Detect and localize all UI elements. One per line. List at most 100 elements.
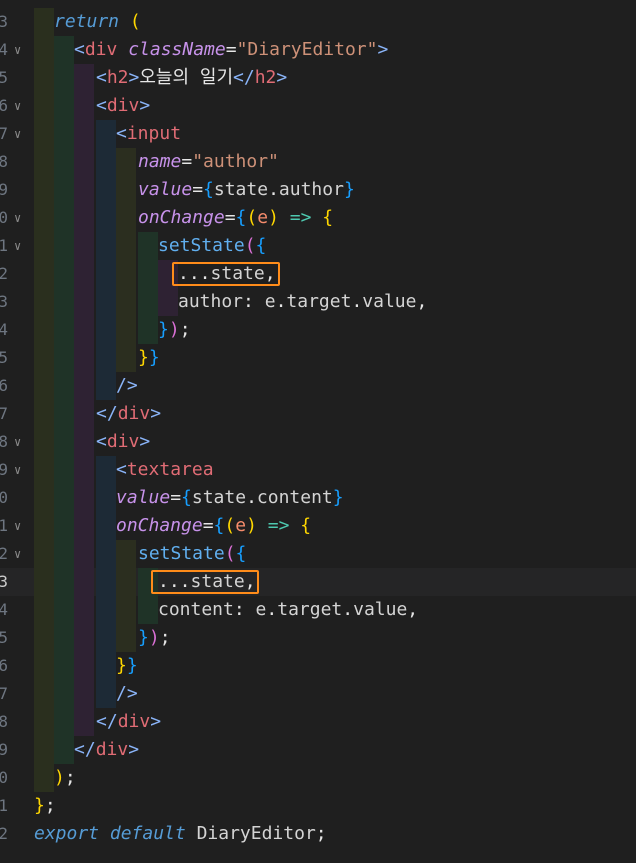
code-text[interactable]: content: e.target.value, [158,596,418,624]
indent-guide [34,316,54,344]
line-number: 0 [0,208,8,227]
line-number: 4 [0,40,8,59]
code-line[interactable]: 8 </div> [0,708,636,736]
indent-guide [54,176,74,204]
code-line[interactable]: 5 <h2>오늘의 일기</h2> [0,64,636,92]
line-number: 4 [0,600,8,619]
code-line[interactable]: 3 ...state, [0,568,636,596]
indent-guide [96,288,116,316]
indent-guide [74,344,94,372]
line-number: 8 [0,152,8,171]
code-line[interactable]: 5}); [0,624,636,652]
code-text[interactable]: setState({ [158,232,266,260]
code-text[interactable]: /> [116,372,138,400]
code-text[interactable]: name="author" [138,148,279,176]
code-text[interactable]: </div> [96,708,161,736]
indent-guide [54,624,74,652]
indent-guide [34,568,54,596]
code-text[interactable]: </div> [74,736,139,764]
fold-chevron-icon[interactable]: ∨ [14,540,21,568]
code-text[interactable]: return ( [54,8,141,36]
code-text[interactable]: setState({ [138,540,246,568]
line-number: 2 [0,544,8,563]
code-line[interactable]: 4 ∨ <div className="DiaryEditor"> [0,36,636,64]
code-line[interactable]: 0 value={state.content} [0,484,636,512]
line-number: 1 [0,796,8,815]
code-line[interactable]: 0 ∨ onChange={(e) => { [0,204,636,232]
code-text[interactable]: <textarea [116,456,214,484]
indent-guide [96,204,116,232]
code-text[interactable]: onChange={(e) => { [116,512,311,540]
code-text[interactable]: ); [54,764,76,792]
code-line[interactable]: 6 ∨ <div> [0,92,636,120]
code-line[interactable]: 7 ∨ <input [0,120,636,148]
code-text[interactable]: </div> [96,400,161,428]
fold-chevron-icon[interactable]: ∨ [14,204,21,232]
fold-chevron-icon[interactable]: ∨ [14,428,21,456]
code-line[interactable]: 6}} [0,652,636,680]
indent-guide [96,624,116,652]
code-line[interactable]: 7 </div> [0,400,636,428]
code-text[interactable]: author: e.target.value, [178,288,427,316]
code-line[interactable]: 4}); [0,316,636,344]
indent-guide [54,288,74,316]
code-text[interactable]: ...state, [178,260,276,288]
code-text[interactable]: }} [138,344,160,372]
line-number: 7 [0,404,8,423]
code-line[interactable]: 1 ∨ onChange={(e) => { [0,512,636,540]
indent-guide [54,456,74,484]
indent-guide [34,36,54,64]
code-line[interactable]: 9 </div> [0,736,636,764]
indent-guide [116,288,136,316]
fold-chevron-icon[interactable]: ∨ [14,120,21,148]
code-text[interactable]: <input [116,120,181,148]
code-line[interactable]: 8 ∨ <div> [0,428,636,456]
indent-guide [116,148,136,176]
code-line[interactable]: 3 return ( [0,8,636,36]
fold-chevron-icon[interactable]: ∨ [14,36,21,64]
code-text[interactable]: <div> [96,92,150,120]
indent-guide [54,484,74,512]
code-text[interactable]: <div> [96,428,150,456]
code-text[interactable]: }); [158,316,191,344]
code-text[interactable]: <h2>오늘의 일기</h2> [96,64,287,92]
code-text[interactable]: }); [138,624,171,652]
code-text[interactable]: ...state, [158,568,256,596]
code-line[interactable]: 8 name="author" [0,148,636,176]
indent-guide [74,148,94,176]
code-editor[interactable]: 3 return ( 4 ∨ <div className="DiaryEditor">… [0,0,636,863]
indent-guide [96,260,116,288]
line-number: 4 [0,320,8,339]
code-text[interactable]: export default DiaryEditor; [34,820,327,848]
indent-guide [54,232,74,260]
code-line[interactable]: 1}; [0,792,636,820]
code-line[interactable]: 3 author: e.target.value, [0,288,636,316]
code-line[interactable]: 7 /> [0,680,636,708]
code-text[interactable]: value={state.author} [138,176,355,204]
indent-guide [116,624,136,652]
code-text[interactable]: }} [116,652,138,680]
code-text[interactable]: /> [116,680,138,708]
code-text[interactable]: <div className="DiaryEditor"> [74,36,388,64]
code-text[interactable]: }; [34,792,56,820]
indent-guide [138,260,158,288]
indent-guide [96,652,116,680]
code-line[interactable]: 6 /> [0,372,636,400]
fold-chevron-icon[interactable]: ∨ [14,232,21,260]
fold-chevron-icon[interactable]: ∨ [14,92,21,120]
code-line[interactable]: 5}} [0,344,636,372]
code-line[interactable]: 1 ∨ setState({ [0,232,636,260]
code-line[interactable]: 2 export default DiaryEditor; [0,820,636,848]
code-line[interactable]: 0); [0,764,636,792]
code-line[interactable]: 9 value={state.author} [0,176,636,204]
code-line[interactable]: 2 ...state, [0,260,636,288]
code-line[interactable]: 2 ∨ setState({ [0,540,636,568]
code-line[interactable]: 4 content: e.target.value, [0,596,636,624]
code-text[interactable]: value={state.content} [116,484,344,512]
fold-chevron-icon[interactable]: ∨ [14,456,21,484]
indent-guide [116,176,136,204]
code-line[interactable]: 9 ∨ <textarea [0,456,636,484]
fold-chevron-icon[interactable]: ∨ [14,512,21,540]
code-text[interactable]: onChange={(e) => { [138,204,333,232]
indent-guide [74,288,94,316]
